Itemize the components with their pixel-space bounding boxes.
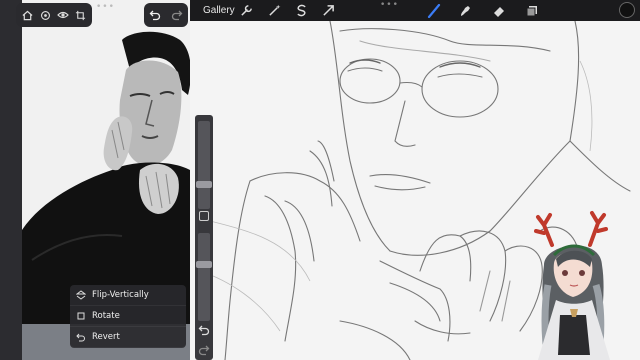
redo-icon[interactable]: [198, 341, 210, 360]
brush-size-slider-thumb[interactable]: [196, 181, 212, 188]
modify-button[interactable]: [199, 211, 209, 221]
revert-icon: [70, 332, 92, 342]
eraser-icon[interactable]: [490, 2, 507, 19]
top-toolbar: Gallery: [190, 0, 640, 21]
reference-photo[interactable]: [22, 0, 190, 324]
reference-side-strip: [0, 0, 22, 360]
layers-icon[interactable]: [523, 2, 540, 19]
reference-more-dots[interactable]: •••: [96, 2, 115, 12]
crop-icon[interactable]: [73, 8, 87, 22]
brush-size-slider[interactable]: [198, 121, 210, 209]
menu-item-label: Flip-Vertically: [92, 290, 149, 300]
undo-icon[interactable]: [198, 321, 210, 340]
actions-wrench-icon[interactable]: [238, 2, 255, 19]
brush-icon[interactable]: [425, 2, 442, 19]
home-icon[interactable]: [21, 8, 35, 22]
reference-panel: ••• Flip-Vertically Rotate Revert: [0, 0, 190, 360]
color-picker-swatch[interactable]: [619, 2, 635, 18]
reference-undo-redo: [144, 3, 188, 27]
streamer-avatar: [530, 205, 640, 360]
flip-vertical-icon: [70, 290, 92, 300]
opacity-slider[interactable]: [198, 233, 210, 321]
gallery-button[interactable]: Gallery: [203, 5, 235, 16]
menu-item-rotate[interactable]: Rotate: [70, 306, 186, 327]
menu-item-label: Revert: [92, 332, 120, 342]
more-options-dots[interactable]: •••: [380, 0, 399, 10]
smudge-icon[interactable]: [456, 2, 473, 19]
reference-context-menu: Flip-Vertically Rotate Revert: [70, 285, 186, 348]
settings-icon[interactable]: [38, 8, 52, 22]
undo-icon[interactable]: [149, 6, 161, 25]
brush-size-opacity-sidebar: [195, 115, 213, 360]
menu-item-label: Rotate: [92, 311, 120, 321]
opacity-slider-thumb[interactable]: [196, 261, 212, 268]
reference-toolbar: [16, 3, 92, 27]
menu-item-flip-vertically[interactable]: Flip-Vertically: [70, 285, 186, 306]
selection-s-icon[interactable]: [293, 2, 310, 19]
menu-item-revert[interactable]: Revert: [70, 327, 186, 348]
adjustments-wand-icon[interactable]: [266, 2, 283, 19]
redo-icon[interactable]: [171, 6, 183, 25]
rotate-icon: [70, 311, 92, 321]
eye-icon[interactable]: [56, 8, 70, 22]
transform-arrow-icon[interactable]: [320, 2, 337, 19]
